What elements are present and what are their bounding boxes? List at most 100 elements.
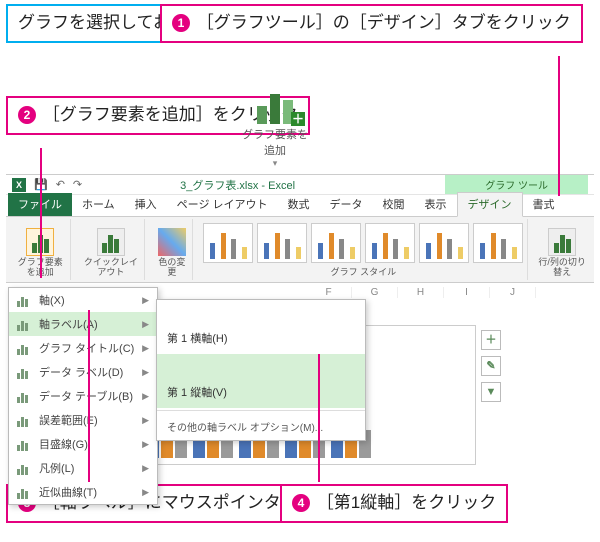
excel-icon: X <box>12 178 26 192</box>
menu-label: データ ラベル(D) <box>39 364 123 380</box>
menu-label: グラフ タイトル(C) <box>39 340 134 356</box>
menu-data-labels[interactable]: データ ラベル(D) ▶ <box>9 360 157 384</box>
ribbon: グラフ要素を追加 クイックレイアウト 色の変更 グラフ スタイル 行/列の切り替… <box>6 217 594 283</box>
style-thumb[interactable] <box>203 223 253 263</box>
chevron-right-icon: ▶ <box>142 439 149 450</box>
group-label: グラフ スタイル <box>203 265 523 278</box>
col-header[interactable]: I <box>444 287 490 298</box>
leader-line <box>40 148 42 278</box>
chevron-right-icon: ▶ <box>142 487 149 498</box>
qat-undo-icon[interactable]: ↶ <box>56 178 65 191</box>
add-chart-element-preview: ＋ グラフ要素を追加 ▾ <box>240 90 310 155</box>
style-thumb[interactable] <box>365 223 415 263</box>
style-thumb[interactable] <box>419 223 469 263</box>
step-badge-1: 1 <box>172 14 190 32</box>
preview-label: グラフ要素を追加 <box>240 126 310 158</box>
callout-text: ［グラフツール］の［デザイン］タブをクリック <box>197 13 571 32</box>
button-label: 行/列の切り替え <box>538 258 586 278</box>
horizontal-axis-icon <box>167 308 195 330</box>
dropdown-arrow-icon: ▾ <box>240 158 310 169</box>
menu-axis-labels[interactable]: 軸ラベル(A) ▶ <box>9 312 157 336</box>
data-label-icon <box>17 365 33 379</box>
button-label: クイックレイアウト <box>81 258 140 278</box>
axes-icon <box>17 293 33 307</box>
col-header[interactable]: J <box>490 287 536 298</box>
layout-icon <box>97 228 125 256</box>
menu-label: データ テーブル(B) <box>39 388 133 404</box>
tab-home[interactable]: ホーム <box>72 193 125 216</box>
plus-badge-icon: ＋ <box>291 112 305 126</box>
gridlines-icon <box>17 437 33 451</box>
switch-row-column-button[interactable]: 行/列の切り替え <box>534 219 590 280</box>
col-header[interactable]: F <box>306 287 352 298</box>
ribbon-tabs: ファイル ホーム 挿入 ページ レイアウト 数式 データ 校閲 表示 デザイン … <box>6 195 594 217</box>
callout-text: ［第1縦軸］をクリック <box>317 493 496 512</box>
style-thumb[interactable] <box>311 223 361 263</box>
submenu-primary-vertical[interactable]: 第 1 縦軸(V) <box>157 354 365 408</box>
step-badge-2: 2 <box>18 106 36 124</box>
style-thumbs <box>203 223 523 263</box>
excel-window: X 💾 ↶ ↷ 3_グラフ表.xlsx - Excel グラフ ツール ファイル… <box>6 174 594 470</box>
tab-formulas[interactable]: 数式 <box>278 193 320 216</box>
chevron-right-icon: ▶ <box>142 367 149 378</box>
chart-side-buttons: ＋ ✎ ▼ <box>481 330 501 402</box>
menu-axes[interactable]: 軸(X) ▶ <box>9 288 157 312</box>
colors-icon <box>158 228 186 256</box>
menu-error-bars[interactable]: 誤差範囲(E) ▶ <box>9 408 157 432</box>
submenu-label: 第 1 横軸(H) <box>167 333 228 345</box>
data-table-icon <box>17 389 33 403</box>
chevron-right-icon: ▶ <box>142 463 149 474</box>
tab-review[interactable]: 校閲 <box>373 193 415 216</box>
menu-trendline[interactable]: 近似曲線(T) ▶ <box>9 480 157 504</box>
column-headers: F G H I J <box>306 287 536 298</box>
col-header[interactable]: G <box>352 287 398 298</box>
chart-filters-button[interactable]: ▼ <box>481 382 501 402</box>
quick-layout-button[interactable]: クイックレイアウト <box>77 219 145 280</box>
chevron-right-icon: ▶ <box>142 415 149 426</box>
trendline-icon <box>17 485 33 499</box>
chevron-right-icon: ▶ <box>142 391 149 402</box>
menu-legend[interactable]: 凡例(L) ▶ <box>9 456 157 480</box>
submenu-more-options[interactable]: その他の軸ラベル オプション(M)... <box>157 413 365 440</box>
style-thumb[interactable] <box>473 223 523 263</box>
axis-labels-submenu: 第 1 横軸(H) 第 1 縦軸(V) その他の軸ラベル オプション(M)... <box>156 299 366 441</box>
switch-icon <box>548 228 576 256</box>
tab-insert[interactable]: 挿入 <box>125 193 167 216</box>
style-thumb[interactable] <box>257 223 307 263</box>
menu-label: 軸(X) <box>39 292 65 308</box>
submenu-label: 第 1 縦軸(V) <box>167 387 227 399</box>
menu-chart-title[interactable]: グラフ タイトル(C) ▶ <box>9 336 157 360</box>
tab-format[interactable]: 書式 <box>523 193 565 216</box>
chevron-right-icon: ▶ <box>142 343 149 354</box>
chart-title-icon <box>17 341 33 355</box>
callout-step4: 4 ［第1縦軸］をクリック <box>280 484 508 523</box>
col-header[interactable]: H <box>398 287 444 298</box>
tab-design[interactable]: デザイン <box>457 192 523 217</box>
step-badge-4: 4 <box>292 494 310 512</box>
tab-view[interactable]: 表示 <box>415 193 457 216</box>
menu-separator <box>157 410 365 411</box>
axis-label-icon <box>17 317 33 331</box>
leader-line <box>558 56 560 196</box>
menu-label: 目盛線(G) <box>39 436 88 452</box>
menu-gridlines[interactable]: 目盛線(G) ▶ <box>9 432 157 456</box>
tab-data[interactable]: データ <box>320 193 373 216</box>
change-colors-button[interactable]: 色の変更 <box>151 219 193 280</box>
chart-elements-button[interactable]: ＋ <box>481 330 501 350</box>
legend-icon <box>17 461 33 475</box>
error-bars-icon <box>17 413 33 427</box>
menu-label: 凡例(L) <box>39 460 74 476</box>
chart-styles-gallery[interactable]: グラフ スタイル <box>199 219 528 280</box>
chevron-right-icon: ▶ <box>142 319 149 330</box>
button-label: 色の変更 <box>155 258 188 278</box>
submenu-primary-horizontal[interactable]: 第 1 横軸(H) <box>157 300 365 354</box>
tab-page-layout[interactable]: ページ レイアウト <box>167 193 278 216</box>
menu-label: 近似曲線(T) <box>39 484 97 500</box>
menu-data-table[interactable]: データ テーブル(B) ▶ <box>9 384 157 408</box>
chart-styles-button[interactable]: ✎ <box>481 356 501 376</box>
window-title: 3_グラフ表.xlsx - Excel <box>180 177 295 193</box>
bar-chart-icon: ＋ <box>251 90 299 124</box>
callout-step1: 1 ［グラフツール］の［デザイン］タブをクリック <box>160 4 583 43</box>
add-element-dropdown: 軸(X) ▶ 軸ラベル(A) ▶ グラフ タイトル(C) ▶ データ ラベル(D… <box>8 287 158 505</box>
qat-redo-icon[interactable]: ↷ <box>73 178 82 191</box>
